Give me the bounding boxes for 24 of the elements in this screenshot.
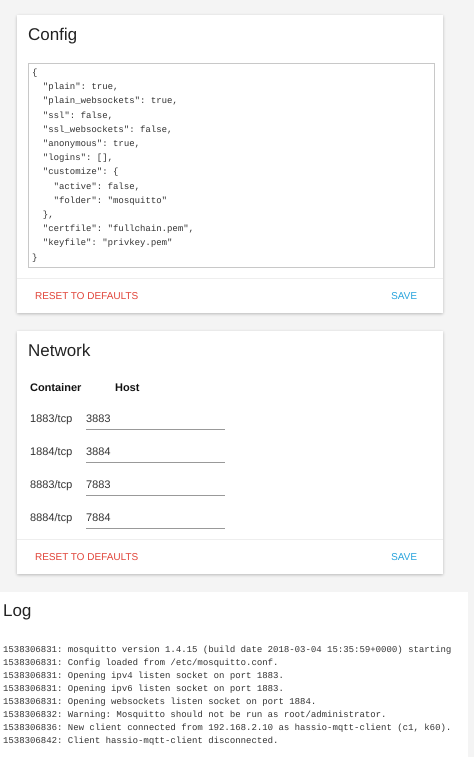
- port-label: 1884/tcp: [30, 446, 74, 460]
- card-title: Network: [27, 340, 92, 361]
- port-label: 8883/tcp: [30, 479, 74, 493]
- log-line: 1538306831: mosquitto version 1.4.15 (build date 2018-03-04 15:35:59+0000) starting: [3, 644, 452, 657]
- reset-button[interactable]: RESET TO DEFAULTS: [29, 548, 144, 566]
- card-title: Config: [27, 24, 78, 45]
- log-line: 1538306836: New client connected from 192.168.2.10 as hassio-mqtt-client (c1, k60).: [3, 722, 452, 735]
- log-line: 1538306842: Client hassio-mqtt-client disconnected.: [3, 735, 280, 748]
- log-line: 1538306831: Opening websockets listen socket on port 1884.: [3, 696, 318, 709]
- log-line: 1538306832: Warning: Mosquitto should not be run as root/administrator.: [3, 709, 388, 722]
- host-port-field[interactable]: 7883: [86, 477, 225, 496]
- log-line: 1538306831: Config loaded from /etc/mosquitto.conf.: [3, 657, 280, 670]
- host-port-field[interactable]: 3884: [86, 444, 225, 463]
- config-editor[interactable]: { "plain": true, "plain_websockets": true, "ssl": false, "ssl_websockets": false, "anonymous": true, "logins": [], "customize": { "active": false, "folder": "mosquitto" }, "certfile": "fullchain.pem", "keyfile": "privkey.pem" }: [28, 63, 435, 268]
- log-title: Log: [3, 600, 32, 622]
- column-header: Container: [30, 382, 82, 394]
- port-label: 1883/tcp: [30, 413, 74, 427]
- host-port-field[interactable]: 3883: [86, 411, 225, 430]
- column-header: Host: [115, 382, 140, 394]
- log-line: 1538306831: Opening ipv6 listen socket on port 1883.: [3, 683, 285, 696]
- port-label: 8884/tcp: [30, 512, 74, 526]
- log-line: 1538306831: Opening ipv4 listen socket on port 1883.: [3, 670, 285, 683]
- host-port-field[interactable]: 7884: [86, 510, 225, 529]
- reset-button[interactable]: RESET TO DEFAULTS: [29, 286, 144, 306]
